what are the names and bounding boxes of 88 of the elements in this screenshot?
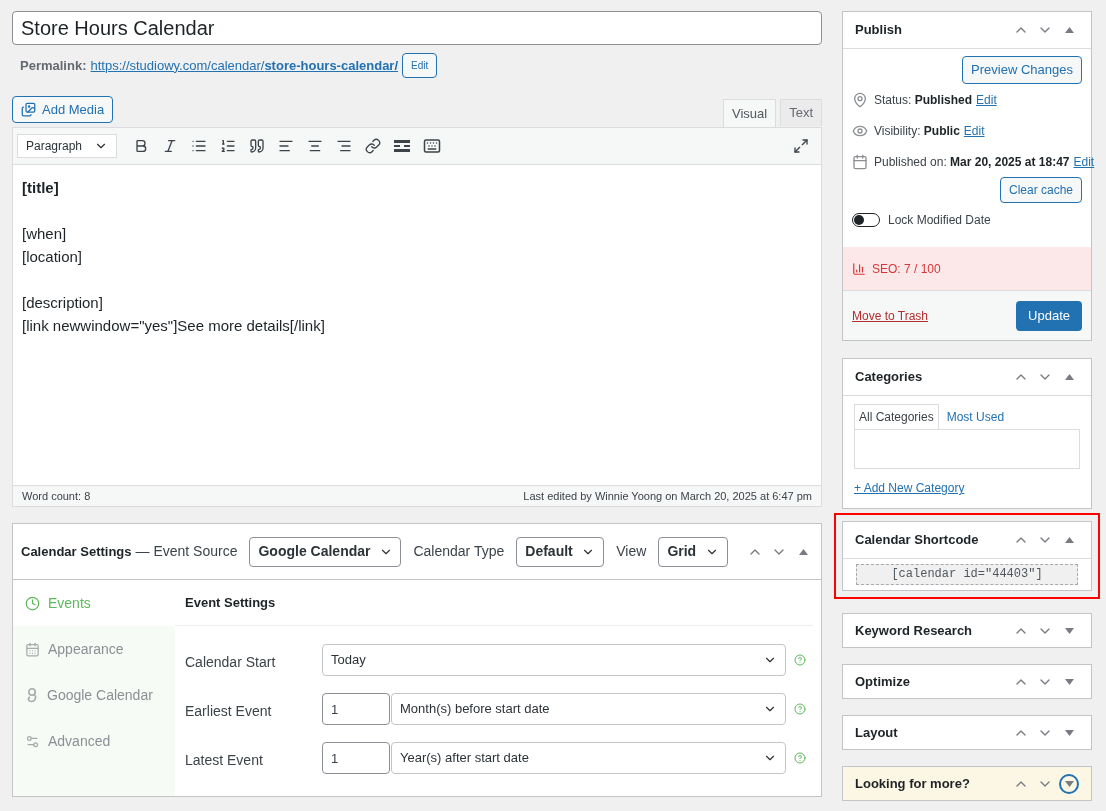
- google-icon: [25, 687, 39, 703]
- seo-score: SEO: 7 / 100: [872, 260, 941, 278]
- word-count: Word count: 8: [22, 488, 91, 504]
- dropdown[interactable]: Grid: [658, 536, 729, 567]
- calendar-icon: [852, 153, 868, 170]
- settings-tab[interactable]: Advanced: [13, 718, 175, 764]
- dropdown[interactable]: Month(s) before start date: [391, 693, 786, 725]
- title-field[interactable]: Store Hours Calendar: [12, 11, 822, 45]
- triangle-down-icon: [1064, 627, 1074, 634]
- calendar-icon: [25, 641, 40, 657]
- dropdown[interactable]: Default: [516, 536, 605, 567]
- align-left-icon[interactable]: [278, 138, 294, 154]
- italic-icon[interactable]: [162, 138, 178, 154]
- field-label: Calendar Start: [185, 652, 277, 672]
- panel-title: Categories: [855, 368, 923, 387]
- shortcode-text[interactable]: [calendar id="44403"]: [856, 564, 1078, 585]
- seo-chart-icon: [852, 261, 866, 276]
- triangle-up-icon: [798, 548, 808, 555]
- read-more-icon[interactable]: [394, 140, 410, 152]
- triangle-down-icon: [1064, 729, 1074, 736]
- publish-info-text: Visibility: Public: [874, 122, 960, 140]
- clock-icon: [25, 595, 40, 611]
- dropdown[interactable]: Year(s) after start date: [391, 742, 786, 774]
- preview-changes-button[interactable]: Preview Changes: [962, 56, 1082, 84]
- update-button[interactable]: Update: [1016, 300, 1082, 331]
- content-line: [link newwindow="yes"]See more details[/link]: [22, 316, 326, 336]
- add-media-button[interactable]: Add Media: [12, 96, 114, 123]
- field-label: Latest Event: [185, 750, 264, 770]
- number-field[interactable]: 1: [322, 693, 390, 725]
- edit-link[interactable]: Edit: [1073, 152, 1095, 171]
- content-line: [title]: [22, 178, 60, 198]
- field-label: Earliest Event: [185, 701, 273, 721]
- align-right-icon[interactable]: [336, 138, 352, 154]
- editor-tab[interactable]: Text: [780, 99, 822, 126]
- panel-title: Calendar Shortcode: [855, 531, 979, 550]
- panel-title: Publish: [855, 21, 902, 40]
- permalink-link[interactable]: https://studiowy.com/calendar/store-hours-calendar/: [90, 55, 399, 76]
- triangle-up-icon: [1064, 537, 1074, 543]
- publish-info-text: Status: Published: [874, 91, 973, 109]
- bullet-list-icon[interactable]: [191, 138, 207, 154]
- dropdown[interactable]: Google Calendar: [249, 536, 402, 567]
- add-category-link[interactable]: + Add New Category: [854, 479, 1080, 497]
- event-source-label: — Event Source: [135, 542, 238, 561]
- content-line: [when]: [22, 224, 68, 244]
- media-icon: [21, 102, 36, 117]
- move-to-trash-link[interactable]: Move to Trash: [852, 306, 929, 325]
- settings-tab[interactable]: Google Calendar: [13, 672, 175, 718]
- editor-content[interactable]: [title] [when] [location] [description] [link newwindow="yes"]See more details[/link]: [13, 165, 821, 485]
- edit-link[interactable]: Edit: [976, 90, 997, 109]
- settings-tab[interactable]: Appearance: [13, 626, 175, 672]
- calendar-type-label: Calendar Type: [413, 542, 505, 561]
- numbered-list-icon[interactable]: [220, 138, 236, 154]
- section-title: Event Settings: [185, 593, 276, 612]
- permalink-label: Permalink:: [20, 56, 87, 75]
- bold-icon[interactable]: [133, 138, 149, 154]
- triangle-down-icon: [1064, 780, 1074, 787]
- align-center-icon[interactable]: [307, 138, 323, 154]
- category-tab[interactable]: Most Used: [938, 404, 1013, 429]
- pin-icon: [852, 91, 868, 108]
- category-tab[interactable]: All Categories: [854, 404, 939, 429]
- view-label: View: [616, 542, 647, 561]
- editor-tab[interactable]: Visual: [722, 99, 777, 127]
- clear-cache-button[interactable]: Clear cache: [999, 177, 1082, 203]
- link-icon[interactable]: [365, 138, 381, 154]
- panel-title: Looking for more?: [855, 774, 970, 793]
- panel-title: Layout: [855, 723, 898, 742]
- panel-title: Calendar Settings: [21, 542, 132, 561]
- panel-title: Optimize: [855, 672, 910, 691]
- sliders-icon: [25, 733, 40, 749]
- toggle-panel-button[interactable]: [1059, 773, 1079, 794]
- panel-title: Keyword Research: [855, 621, 973, 640]
- triangle-up-icon: [1064, 27, 1074, 33]
- edit-permalink-button[interactable]: Edit: [402, 53, 438, 78]
- triangle-down-icon: [1064, 678, 1074, 685]
- lock-date-label: Lock Modified Date: [888, 212, 991, 229]
- dropdown[interactable]: Today: [322, 644, 786, 676]
- edit-link[interactable]: Edit: [963, 121, 985, 140]
- content-line: [description]: [22, 293, 104, 313]
- triangle-up-icon: [1064, 374, 1074, 380]
- publish-info-text: Published on: Mar 20, 2025 at 18:47: [874, 153, 1070, 171]
- keyboard-icon[interactable]: [423, 137, 441, 155]
- dropdown[interactable]: Paragraph: [17, 134, 117, 158]
- quote-icon[interactable]: [249, 138, 265, 154]
- last-edited-text: Last edited by Winnie Yoong on March 20, 2025 at 6:47 pm: [523, 488, 812, 504]
- content-line: [location]: [22, 247, 84, 267]
- fullscreen-icon[interactable]: [793, 138, 809, 154]
- number-field[interactable]: 1: [322, 742, 390, 774]
- lock-date-toggle[interactable]: [852, 213, 880, 227]
